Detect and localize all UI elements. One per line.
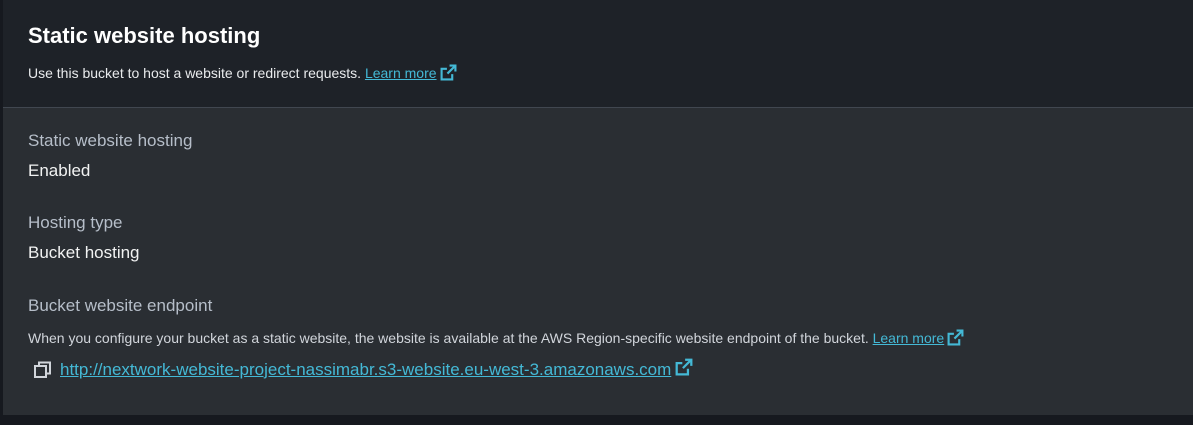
endpoint-label: Bucket website endpoint <box>28 296 213 315</box>
endpoint-url-link[interactable]: http://nextwork-website-project-nassimab… <box>60 359 671 381</box>
static-website-hosting-panel: Static website hosting Use this bucket t… <box>3 0 1193 415</box>
external-link-icon[interactable] <box>440 64 457 85</box>
endpoint-learn-more-link[interactable]: Learn more <box>873 330 945 346</box>
external-link-icon[interactable] <box>947 329 964 350</box>
hosting-type-label: Hosting type <box>28 213 123 232</box>
panel-header: Static website hosting Use this bucket t… <box>3 0 1193 108</box>
endpoint-description: When you configure your bucket as a stat… <box>28 329 964 350</box>
hosting-status-label: Static website hosting <box>28 131 193 150</box>
panel-description: Use this bucket to host a website or red… <box>28 64 1168 85</box>
external-link-icon[interactable] <box>675 358 693 381</box>
hosting-status-value: Enabled <box>28 161 91 180</box>
hosting-type-value: Bucket hosting <box>28 243 140 262</box>
header-learn-more-label: Learn more <box>364 65 437 81</box>
endpoint-learn-more-label: Learn more <box>872 330 945 346</box>
copy-icon[interactable] <box>33 360 53 380</box>
endpoint-row: http://nextwork-website-project-nassimab… <box>33 358 693 381</box>
panel-description-text: Use this bucket to host a website or red… <box>28 65 362 81</box>
panel-title: Static website hosting <box>28 23 261 48</box>
endpoint-description-text: When you configure your bucket as a stat… <box>28 330 869 346</box>
header-learn-more-link[interactable]: Learn more <box>365 65 437 81</box>
